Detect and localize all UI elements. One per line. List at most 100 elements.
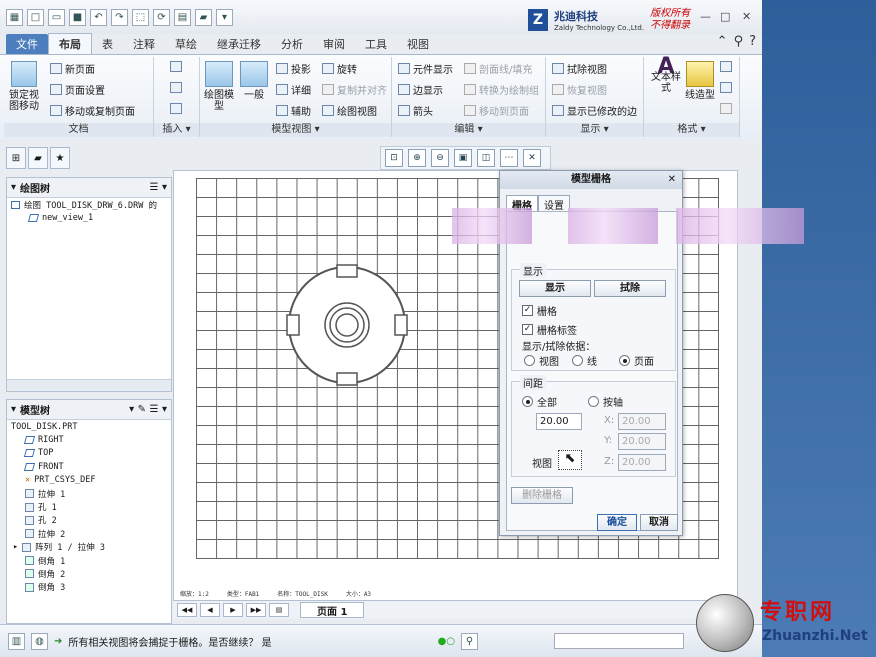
tab-analysis[interactable]: 分析 bbox=[271, 34, 313, 54]
radio-by-axis[interactable]: 按轴 bbox=[588, 394, 623, 409]
maximize-icon[interactable]: □ bbox=[720, 10, 730, 23]
z-spacing-input[interactable]: 20.00 bbox=[618, 454, 666, 471]
app-icon[interactable]: ▦ bbox=[6, 8, 23, 26]
zoom-out-icon[interactable]: ⊖ bbox=[431, 149, 449, 167]
grid-checkbox[interactable]: ✓ 栅格 bbox=[522, 303, 557, 318]
select-box-icon[interactable]: ⬚ bbox=[132, 8, 149, 26]
repaint-icon[interactable]: ▣ bbox=[454, 149, 472, 167]
tree-item[interactable]: FRONT bbox=[7, 460, 171, 473]
text-style-button[interactable]: A 文本样式 bbox=[648, 56, 684, 95]
draw-tree-view[interactable]: new_view_1 bbox=[7, 211, 171, 224]
component-display-button[interactable]: 元件显示 bbox=[398, 61, 453, 76]
tab-view[interactable]: 视图 bbox=[397, 34, 439, 54]
cancel-button[interactable]: 取消 bbox=[640, 514, 678, 531]
show-modified-edges-button[interactable]: 显示已修改的边 bbox=[552, 103, 637, 118]
group-model-view-label[interactable]: 模型视图 ▾ bbox=[200, 123, 391, 137]
display-style-icon[interactable]: ◫ bbox=[477, 149, 495, 167]
format-icon-2[interactable] bbox=[720, 82, 732, 93]
line-style-button[interactable]: 线造型 bbox=[684, 61, 716, 101]
datum-display-icon[interactable]: ⋯ bbox=[500, 149, 518, 167]
customize-dropdown-icon[interactable]: ▾ bbox=[216, 8, 233, 26]
new-file-icon[interactable]: □ bbox=[27, 8, 44, 26]
select-view-icon[interactable]: ⬉ bbox=[558, 450, 582, 470]
radio-view[interactable]: 视图 bbox=[524, 353, 559, 368]
refit-icon[interactable]: ⊡ bbox=[385, 149, 403, 167]
tree-item[interactable]: 孔 1 bbox=[7, 500, 171, 513]
tree-settings-icon[interactable]: ☰ ▾ bbox=[150, 182, 167, 193]
search-icon[interactable]: ⚲ bbox=[734, 34, 744, 49]
tab-table[interactable]: 表 bbox=[92, 34, 123, 54]
favorites-tab-icon[interactable]: ★ bbox=[50, 147, 70, 169]
arrow-button[interactable]: 箭头 bbox=[398, 103, 433, 118]
detail-button[interactable]: 详细 bbox=[276, 82, 311, 97]
drawing-model-button[interactable]: 绘图模型 bbox=[202, 61, 236, 112]
spacing-input[interactable]: 20.00 bbox=[536, 413, 582, 430]
copy-align-button[interactable]: 复制并对齐 bbox=[322, 82, 387, 97]
radio-page[interactable]: 页面 bbox=[619, 353, 654, 368]
dialog-close-icon[interactable]: ✕ bbox=[668, 171, 676, 189]
folder-icon[interactable]: ▰ bbox=[195, 8, 212, 26]
tree-item[interactable]: TOP bbox=[7, 447, 171, 460]
group-display-label[interactable]: 显示 ▾ bbox=[546, 123, 643, 137]
tree-item[interactable]: 拉伸 1 bbox=[7, 487, 171, 500]
open-folder-icon[interactable]: ▭ bbox=[48, 8, 65, 26]
page-tab[interactable]: 页面 1 bbox=[300, 602, 365, 618]
draw-tree-scrollbar[interactable] bbox=[7, 379, 171, 391]
tree-item[interactable]: RIGHT bbox=[7, 433, 171, 446]
window-icon[interactable]: ▤ bbox=[174, 8, 191, 26]
zoom-in-icon[interactable]: ⊕ bbox=[408, 149, 426, 167]
insert-icon-3[interactable] bbox=[170, 103, 182, 114]
tab-layout[interactable]: 布局 bbox=[48, 33, 92, 54]
tab-sketch[interactable]: 草绘 bbox=[165, 34, 207, 54]
expand-icon[interactable]: ▸ bbox=[13, 542, 18, 552]
group-edit-label[interactable]: 编辑 ▾ bbox=[392, 123, 545, 137]
collapse-ribbon-icon[interactable]: ⌃ bbox=[717, 34, 728, 49]
move-copy-page-button[interactable]: 移动或复制页面 bbox=[50, 103, 135, 118]
csys-display-icon[interactable]: ✕ bbox=[523, 149, 541, 167]
tree-item[interactable]: TOOL_DISK.PRT bbox=[7, 420, 171, 433]
prev-page-icon[interactable]: ◀ bbox=[200, 603, 220, 617]
tab-file[interactable]: 文件 bbox=[6, 34, 48, 54]
edge-display-button[interactable]: 边显示 bbox=[398, 82, 443, 97]
erase-button[interactable]: 拭除 bbox=[594, 280, 666, 297]
radio-all[interactable]: 全部 bbox=[522, 394, 557, 409]
tree-item[interactable]: 孔 2 bbox=[7, 514, 171, 527]
tab-legacy-migration[interactable]: 继承迁移 bbox=[207, 34, 271, 54]
hatch-fill-button[interactable]: 剖面线/填充 bbox=[464, 61, 532, 76]
group-format-label[interactable]: 格式 ▾ bbox=[644, 123, 739, 137]
revolve-button[interactable]: 旋转 bbox=[322, 61, 357, 76]
page-setup-button[interactable]: 页面设置 bbox=[50, 82, 105, 97]
drawing-view-new-view-1[interactable] bbox=[286, 264, 408, 386]
close-window-icon[interactable]: ✕ bbox=[742, 10, 751, 23]
tree-item[interactable]: 倒角 2 bbox=[7, 567, 171, 580]
show-button[interactable]: 显示 bbox=[519, 280, 591, 297]
tree-item[interactable]: ✕ PRT_CSYS_DEF bbox=[7, 474, 171, 487]
delete-grid-button[interactable]: 删除栅格 bbox=[511, 487, 573, 504]
format-icon-3[interactable] bbox=[720, 103, 732, 114]
next-page-icon[interactable]: ▶ bbox=[223, 603, 243, 617]
regenerate-icon[interactable]: ⟳ bbox=[153, 8, 170, 26]
folder-browser-tab-icon[interactable]: ▰ bbox=[28, 147, 48, 169]
tree-item[interactable]: 倒角 1 bbox=[7, 554, 171, 567]
minimize-icon[interactable]: — bbox=[700, 10, 711, 23]
find-icon[interactable]: ⚲ bbox=[461, 632, 479, 650]
first-page-icon[interactable]: ◀◀ bbox=[177, 603, 197, 617]
redo-icon[interactable]: ↷ bbox=[111, 8, 128, 26]
new-page-button[interactable]: 新页面 bbox=[50, 61, 95, 76]
tab-tools[interactable]: 工具 bbox=[355, 34, 397, 54]
drawing-view-button[interactable]: 绘图视图 bbox=[322, 103, 377, 118]
group-insert-label[interactable]: 插入 ▾ bbox=[154, 123, 199, 137]
ok-button[interactable]: 确定 bbox=[597, 514, 637, 531]
move-to-page-button[interactable]: 移动到页面 bbox=[464, 103, 529, 118]
tab-review[interactable]: 审阅 bbox=[313, 34, 355, 54]
tab-annotate[interactable]: 注释 bbox=[123, 34, 165, 54]
new-page-icon[interactable]: ▤ bbox=[269, 603, 289, 617]
projection-button[interactable]: 投影 bbox=[276, 61, 311, 76]
model-tree-settings-icon[interactable]: ▾ ✎ ☰ ▾ bbox=[129, 404, 167, 415]
general-view-button[interactable]: 一般 bbox=[238, 61, 270, 101]
tree-item[interactable]: 拉伸 2 bbox=[7, 527, 171, 540]
model-tree-tab-icon[interactable]: ⊞ bbox=[6, 147, 26, 169]
insert-icon-2[interactable] bbox=[170, 82, 182, 93]
erase-view-button[interactable]: 拭除视图 bbox=[552, 61, 607, 76]
draw-tree-root[interactable]: 绘图 TOOL_DISK_DRW_6.DRW 的 bbox=[7, 198, 171, 211]
